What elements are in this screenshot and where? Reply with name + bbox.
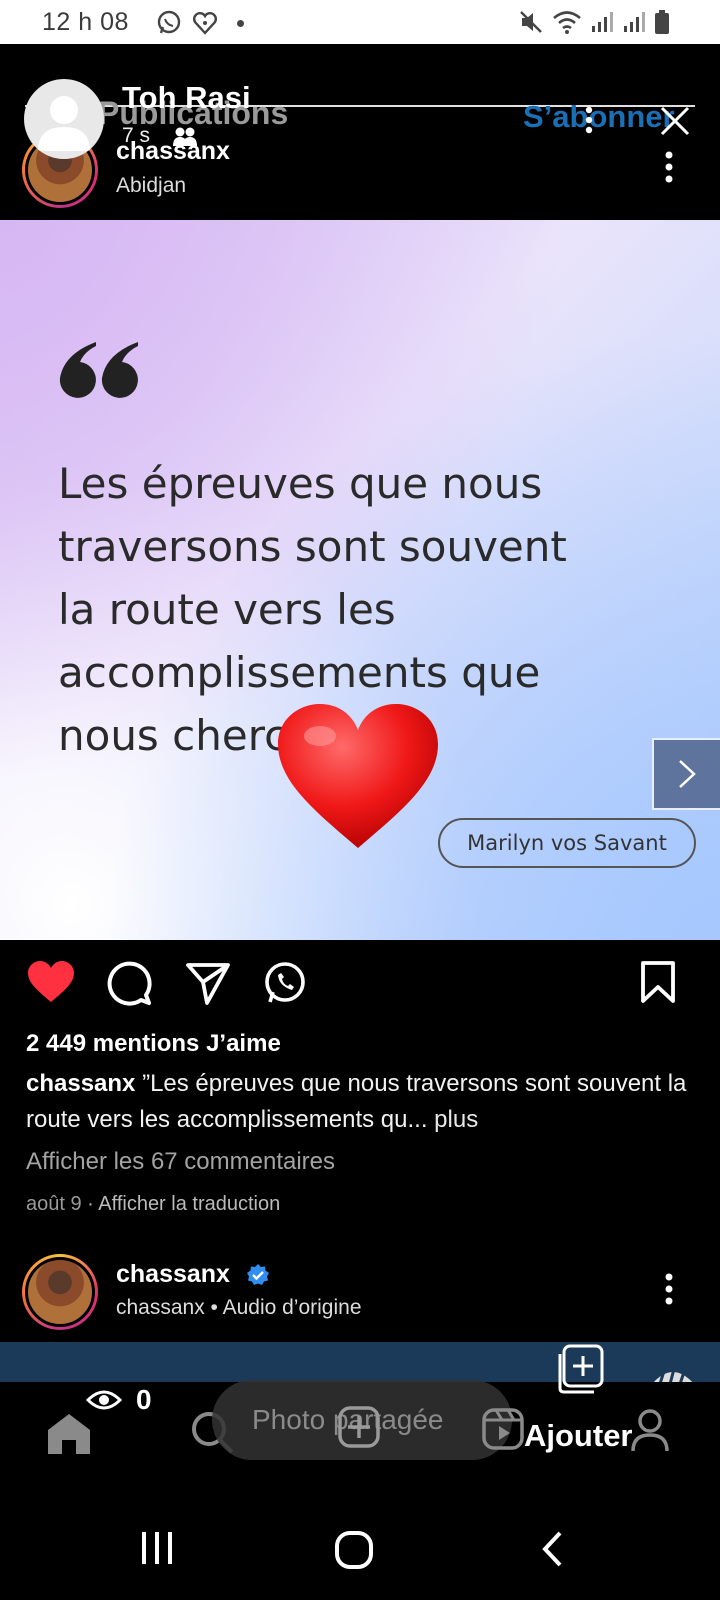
more-notifications-dot [237,19,244,27]
next-post-avatar[interactable] [22,1254,98,1330]
story-username[interactable]: Toh Rasi [122,80,251,116]
profile-icon[interactable] [630,1408,670,1452]
bookmark-icon[interactable] [640,960,676,1004]
signal-icon [592,12,613,32]
quote-marks-icon [59,342,138,398]
post-image[interactable]: Les épreuves que nous traversons sont so… [0,220,720,940]
default-avatar-icon [38,96,90,151]
viewers-count: 0 [136,1384,152,1415]
next-post-audio[interactable]: chassanx • Audio d’origine [116,1296,362,1320]
mute-icon [520,11,542,33]
close-icon[interactable] [660,106,690,136]
heart-notification-icon [192,11,218,35]
post-location[interactable]: Abidjan [116,174,186,198]
whatsapp-icon[interactable] [262,960,308,1006]
heart-sticker-icon [278,704,438,848]
system-navigation-bar [0,1500,720,1600]
home-icon[interactable] [46,1412,92,1454]
close-friends-icon [173,127,197,146]
next-post-more-icon[interactable] [664,1272,674,1306]
recent-apps-icon[interactable] [140,1530,174,1566]
back-button-icon[interactable] [540,1530,564,1568]
quote-author-pill: Marilyn vos Savant [438,818,696,868]
story-avatar[interactable] [24,79,104,159]
view-comments-link[interactable]: Afficher les 67 commentaires [26,1148,335,1176]
post-date: août 9 [26,1193,82,1215]
quote-line: traversons sont souvent [58,522,567,571]
translate-link[interactable]: · Afficher la traduction [82,1193,280,1215]
signal-2-icon [624,12,645,32]
caption-username[interactable]: chassanx [26,1070,135,1097]
next-post-username[interactable]: chassanx [116,1260,230,1289]
next-slide-button[interactable] [652,738,720,810]
quote-line: la route vers les [58,585,396,634]
quote-line: Les épreuves que nous [58,459,543,508]
share-send-icon[interactable] [185,960,231,1006]
comment-icon[interactable] [106,960,152,1006]
caption-more-link[interactable]: plus [428,1106,478,1133]
verified-badge-icon [247,1264,269,1285]
instagram-header: Publications S’abonner [0,44,720,220]
add-to-story-icon[interactable] [554,1344,606,1394]
wifi-icon [553,11,581,34]
status-time: 12 h 08 [42,8,129,36]
create-post-icon[interactable] [338,1406,380,1448]
story-viewers[interactable]: 0 [86,1384,152,1416]
story-timestamp: 7 s [122,124,151,147]
likes-count[interactable]: 2 449 mentions J’aime [26,1030,281,1058]
post-date-line: août 9 · Afficher la traduction [26,1193,280,1216]
quote-line: accomplissements que [58,648,541,697]
whatsapp-notification-icon [157,10,181,34]
post-more-icon[interactable] [664,150,674,184]
like-heart-icon[interactable] [26,960,76,1004]
status-bar: 12 h 08 [0,0,720,44]
chevron-right-icon [679,760,696,788]
subscribe-button[interactable]: S’abonner [523,99,675,135]
reels-icon[interactable] [482,1408,524,1450]
add-to-story-label[interactable]: Ajouter [524,1418,633,1454]
battery-icon [655,10,669,34]
next-post-media-preview [0,1342,720,1382]
post-caption: chassanx ”Les épreuves que nous traverso… [26,1066,706,1138]
home-button-icon[interactable] [334,1530,374,1570]
eye-icon [86,1390,122,1410]
story-more-icon[interactable] [584,106,594,134]
